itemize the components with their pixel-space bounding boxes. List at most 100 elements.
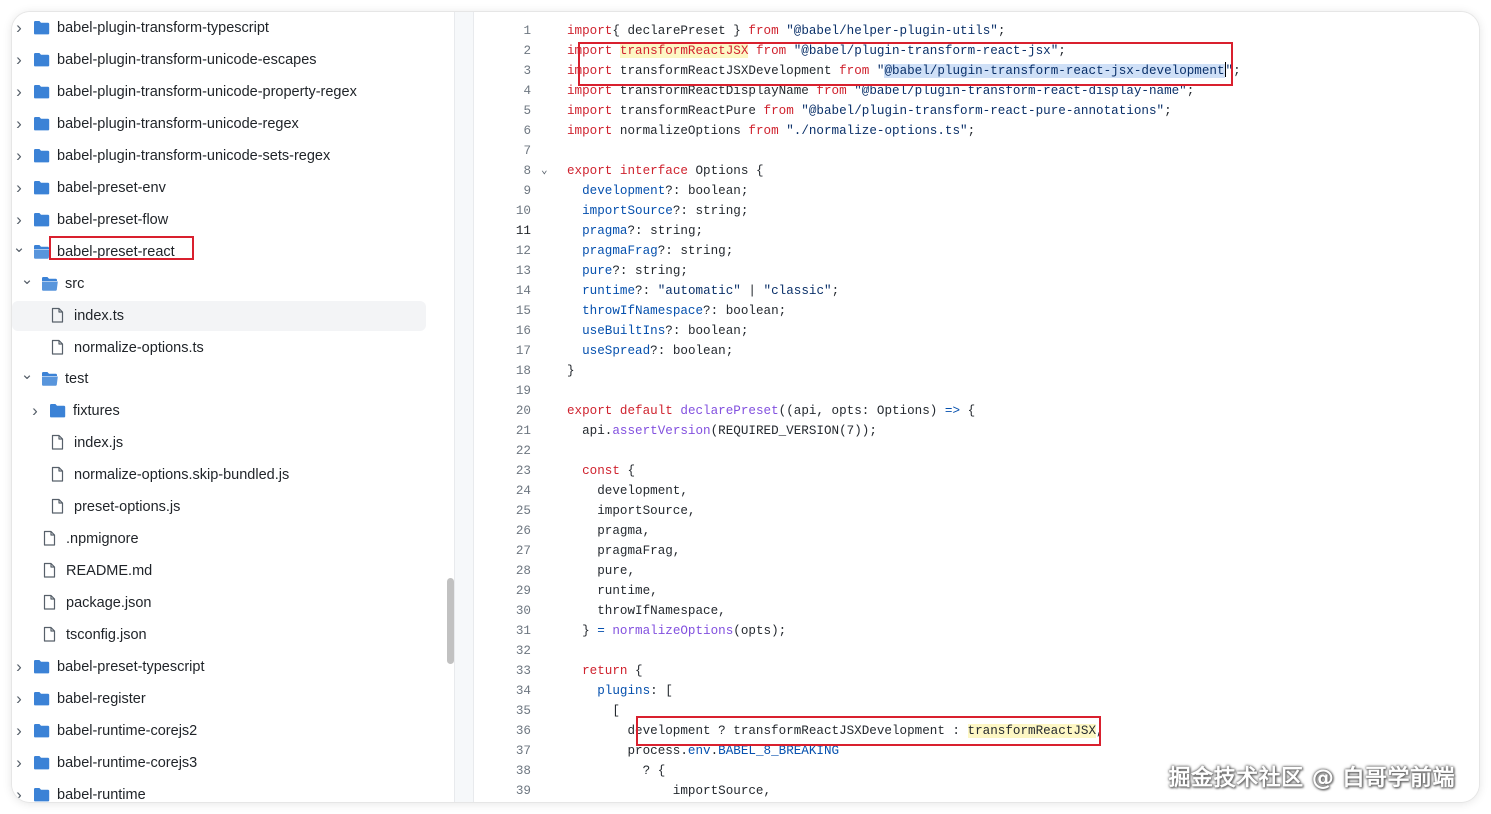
tree-item-readme-md[interactable]: README.md bbox=[12, 556, 426, 586]
code-line[interactable]: pure?: string; bbox=[567, 261, 688, 281]
code-line[interactable]: return { bbox=[567, 661, 642, 681]
chevron-right-icon[interactable]: › bbox=[12, 179, 26, 196]
chevron-down-icon[interactable]: ⌄ bbox=[12, 240, 26, 256]
code-line[interactable]: plugins: [ bbox=[567, 681, 673, 701]
line-number: 23 bbox=[515, 464, 531, 478]
tree-item-tsconfig-json[interactable]: tsconfig.json bbox=[12, 620, 426, 650]
tree-item-label: normalize-options.ts bbox=[74, 340, 204, 356]
line-number: 29 bbox=[515, 584, 531, 598]
code-token: normalizeOptions bbox=[604, 624, 734, 638]
code-line[interactable]: import transformReactPure from "@babel/p… bbox=[567, 101, 1172, 121]
tree-item-src[interactable]: ⌄ src bbox=[12, 269, 426, 299]
tree-item-babel-plugin-transform-unicode-property-regex[interactable]: › babel-plugin-transform-unicode-property… bbox=[12, 77, 426, 107]
code-line[interactable]: ? { bbox=[567, 761, 666, 781]
chevron-right-icon[interactable]: › bbox=[12, 115, 26, 132]
code-line[interactable]: } bbox=[567, 361, 575, 381]
tree-item-label: babel-plugin-transform-unicode-sets-rege… bbox=[57, 148, 331, 164]
tree-item-package-json[interactable]: package.json bbox=[12, 588, 426, 618]
code-line[interactable]: pure, bbox=[567, 561, 635, 581]
code-line[interactable]: runtime, bbox=[567, 581, 657, 601]
code-line[interactable]: export default declarePreset((api, opts:… bbox=[567, 401, 975, 421]
tree-item-babel-runtime-corejs2[interactable]: › babel-runtime-corejs2 bbox=[12, 716, 426, 746]
tree-item-label: package.json bbox=[66, 595, 152, 611]
code-line[interactable]: importSource, bbox=[567, 781, 771, 801]
chevron-right-icon[interactable]: › bbox=[12, 722, 26, 739]
code-line[interactable]: development, bbox=[567, 481, 688, 501]
code-line[interactable]: importSource?: string; bbox=[567, 201, 748, 221]
chevron-down-icon[interactable]: ⌄ bbox=[20, 272, 34, 288]
code-line[interactable]: useSpread?: boolean; bbox=[567, 341, 733, 361]
tree-item-preset-options-js[interactable]: preset-options.js bbox=[12, 492, 426, 522]
tree-item-babel-preset-env[interactable]: › babel-preset-env bbox=[12, 173, 426, 203]
tree-item-babel-runtime[interactable]: › babel-runtime bbox=[12, 780, 426, 802]
file-tree[interactable]: › babel-plugin-transform-typescript › babel… bbox=[12, 12, 455, 802]
code-token: from bbox=[748, 124, 779, 138]
tree-item-index-js[interactable]: index.js bbox=[12, 428, 426, 458]
chevron-right-icon[interactable]: › bbox=[12, 211, 26, 228]
code-line[interactable]: throwIfNamespace, bbox=[567, 601, 726, 621]
code-token: process. bbox=[567, 744, 688, 758]
line-number: 4 bbox=[523, 84, 531, 98]
code-line[interactable]: pragma?: string; bbox=[567, 221, 703, 241]
tree-item-fixtures[interactable]: › fixtures bbox=[12, 396, 426, 426]
code-line[interactable]: importSource, bbox=[567, 501, 695, 521]
line-number: 19 bbox=[515, 384, 531, 398]
tree-item-babel-preset-flow[interactable]: › babel-preset-flow bbox=[12, 205, 426, 235]
chevron-down-icon[interactable]: ⌄ bbox=[20, 367, 34, 383]
chevron-right-icon[interactable]: › bbox=[12, 690, 26, 707]
chevron-right-icon[interactable]: › bbox=[12, 658, 26, 675]
line-number: 36 bbox=[515, 724, 531, 738]
tree-item-babel-runtime-corejs3[interactable]: › babel-runtime-corejs3 bbox=[12, 748, 426, 778]
code-token: importSource bbox=[582, 204, 673, 218]
code-line[interactable]: [ bbox=[567, 701, 620, 721]
code-token: useSpread bbox=[582, 344, 651, 358]
tree-item-babel-preset-react[interactable]: ⌄ babel-preset-react bbox=[12, 236, 426, 267]
line-number: 13 bbox=[515, 264, 531, 278]
folder-icon bbox=[33, 659, 50, 674]
code-token: ; bbox=[967, 124, 976, 138]
tree-item-babel-preset-typescript[interactable]: › babel-preset-typescript bbox=[12, 652, 426, 682]
chevron-right-icon[interactable]: › bbox=[12, 786, 26, 802]
chevron-right-icon[interactable]: › bbox=[12, 83, 26, 100]
fold-chevron-icon[interactable]: ⌄ bbox=[541, 161, 553, 181]
tree-item-babel-plugin-transform-unicode-escapes[interactable]: › babel-plugin-transform-unicode-escapes bbox=[12, 45, 426, 75]
tree-item-index-ts[interactable]: index.ts bbox=[12, 301, 426, 331]
line-number: 15 bbox=[515, 304, 531, 318]
app-window: › babel-plugin-transform-typescript › babel… bbox=[12, 12, 1479, 802]
code-line[interactable]: runtime?: "automatic" | "classic"; bbox=[567, 281, 839, 301]
code-line[interactable]: const { bbox=[567, 461, 635, 481]
tree-item-normalize-options-skip-bundled-js[interactable]: normalize-options.skip-bundled.js bbox=[12, 460, 426, 490]
panel-divider[interactable] bbox=[455, 12, 474, 802]
code-line[interactable]: api.assertVersion(REQUIRED_VERSION(7)); bbox=[567, 421, 877, 441]
tree-item-test[interactable]: ⌄ test bbox=[12, 364, 426, 394]
tree-item-babel-register[interactable]: › babel-register bbox=[12, 684, 426, 714]
chevron-right-icon[interactable]: › bbox=[12, 754, 26, 771]
tree-scrollbar-track[interactable] bbox=[446, 12, 454, 802]
chevron-right-icon[interactable]: › bbox=[28, 402, 42, 419]
code-editor[interactable]: 1 import{ declarePreset } from "@babel/he… bbox=[474, 12, 1479, 802]
code-line[interactable]: development?: boolean; bbox=[567, 181, 748, 201]
code-line[interactable]: pragmaFrag, bbox=[567, 541, 680, 561]
code-line[interactable]: pragmaFrag?: string; bbox=[567, 241, 733, 261]
code-token: runtime bbox=[582, 284, 636, 298]
code-line[interactable]: useBuiltIns?: boolean; bbox=[567, 321, 748, 341]
chevron-right-icon[interactable]: › bbox=[12, 19, 26, 36]
code-line[interactable]: throwIfNamespace?: boolean; bbox=[567, 301, 786, 321]
code-line[interactable]: pragma, bbox=[567, 521, 650, 541]
tree-item-npmignore[interactable]: .npmignore bbox=[12, 524, 426, 554]
line-number: 11 bbox=[515, 224, 531, 238]
tree-scrollbar-thumb[interactable] bbox=[447, 578, 454, 664]
tree-item-babel-plugin-transform-typescript[interactable]: › babel-plugin-transform-typescript bbox=[12, 13, 426, 43]
chevron-right-icon[interactable]: › bbox=[12, 147, 26, 164]
tree-item-babel-plugin-transform-unicode-regex[interactable]: › babel-plugin-transform-unicode-regex bbox=[12, 109, 426, 139]
chevron-right-icon[interactable]: › bbox=[12, 51, 26, 68]
code-line[interactable]: import{ declarePreset } from "@babel/hel… bbox=[567, 21, 1005, 41]
code-line[interactable]: export interface Options { bbox=[567, 161, 764, 181]
tree-item-normalize-options-ts[interactable]: normalize-options.ts bbox=[12, 333, 426, 363]
tree-item-babel-plugin-transform-unicode-sets-regex[interactable]: › babel-plugin-transform-unicode-sets-reg… bbox=[12, 141, 426, 171]
code-line[interactable]: } = normalizeOptions(opts); bbox=[567, 621, 786, 641]
code-line[interactable]: import normalizeOptions from "./normaliz… bbox=[567, 121, 975, 141]
tree-item-label: normalize-options.skip-bundled.js bbox=[74, 467, 290, 483]
